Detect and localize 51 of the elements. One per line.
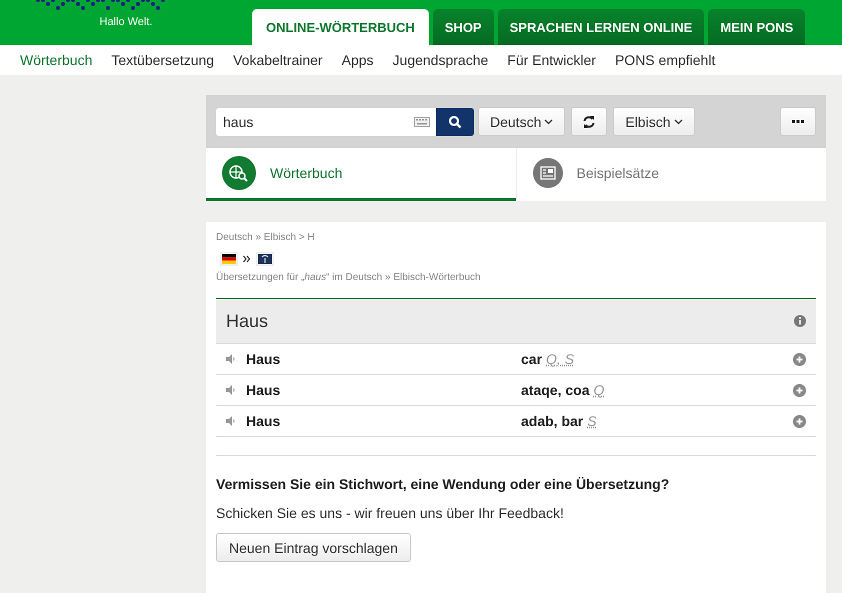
source-word: Haus [246,351,282,367]
newspaper-icon [532,158,562,188]
target-language-dropdown[interactable]: Elbisch [613,107,694,136]
plus-icon[interactable] [793,414,806,428]
top-tab[interactable]: SHOP [432,9,494,45]
ellipsis-icon [792,120,804,124]
speaker-icon[interactable] [226,385,236,395]
speaker-icon[interactable] [226,416,236,426]
caret-icon [544,118,554,124]
source-word: Haus [246,382,282,398]
globe-search-icon [222,156,256,190]
search-button[interactable] [436,108,474,136]
info-icon[interactable] [794,315,806,327]
keyboard-icon[interactable] [414,116,430,126]
nav-link[interactable]: Textübersetzung [111,52,214,68]
nav-link[interactable]: PONS empfiehlt [614,52,716,68]
caret-icon [674,118,682,124]
top-tab[interactable]: MEIN PONS [708,9,806,45]
breadcrumb: Deutsch » Elbisch > H [216,232,316,243]
nav-link[interactable]: Für Entwickler [507,52,596,68]
nav-link[interactable]: Wörterbuch [20,52,92,68]
headword: Haus [226,310,268,332]
translation: ataqe, coa [521,382,590,398]
search-field[interactable]: haus [216,108,436,136]
source-word: Haus [246,413,282,429]
feedback-text: Schicken Sie es uns - wir freuen uns über Ihr Feedback! [216,505,565,521]
language-tag: S [587,413,597,429]
refresh-icon [582,114,596,128]
nav-link[interactable]: Vokabeltrainer [233,52,323,68]
plus-icon[interactable] [793,384,806,396]
translation: car [521,351,542,367]
german-flag-icon [220,252,238,266]
feedback-heading: Vermissen Sie ein Stichwort, eine Wendung oder eine Übersetzung? [216,476,670,492]
suggest-entry-button[interactable]: Neuen Eintrag vorschlagen [216,533,411,562]
plus-icon[interactable] [793,352,806,366]
more-button[interactable] [780,107,816,136]
swap-button[interactable] [571,107,608,136]
translation: adab, bar [521,413,584,429]
nav-link[interactable]: Jugendsprache [392,52,488,68]
search-icon [448,114,462,128]
top-tab[interactable]: ONLINE-WÖRTERBUCH [252,9,429,45]
top-tab[interactable]: SPRACHEN LERNEN ONLINE [498,9,704,45]
translations-heading: Übersetzungen für „haus“ im Deutsch » Elbisch-Wörterbuch [216,272,482,283]
speaker-icon[interactable] [226,354,236,364]
language-tag: Q [593,382,604,398]
language-tag: Q, S [546,351,574,367]
chevron-icon [243,255,251,263]
tagline: Hallo Welt. [100,16,152,28]
tree-flag-icon [256,252,274,266]
source-language-dropdown[interactable]: Deutsch [478,107,566,136]
nav-link[interactable]: Apps [342,52,374,68]
